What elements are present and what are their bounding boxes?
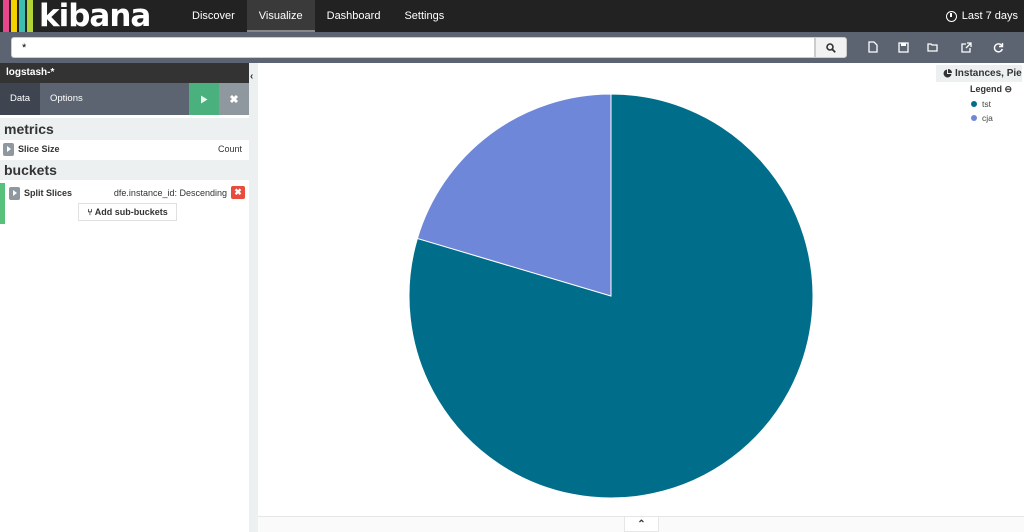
pie-chart-icon <box>943 69 952 78</box>
pie-chart <box>408 93 814 499</box>
logo-bars <box>3 0 35 32</box>
share-button[interactable] <box>959 40 973 54</box>
apply-changes-button[interactable] <box>189 83 219 115</box>
search-icon <box>826 42 836 53</box>
close-icon: ✖ <box>229 93 239 106</box>
legend-dot <box>971 115 977 121</box>
logo-bar <box>19 0 25 32</box>
save-button[interactable] <box>896 40 910 54</box>
expand-toggle-icon[interactable] <box>9 186 20 200</box>
tab-options[interactable]: Options <box>40 83 93 115</box>
sidebar-collapse-handle[interactable]: ‹ <box>249 63 258 532</box>
bucket-label: Split Slices <box>24 188 73 198</box>
search-bar <box>0 32 1024 63</box>
filter-icon: ⑂ <box>87 207 93 217</box>
legend-dot <box>971 101 977 107</box>
top-nav: kibana Discover Visualize Dashboard Sett… <box>0 0 1024 32</box>
legend-collapse-icon: ⊖ <box>1004 84 1013 94</box>
nav-tab-discover[interactable]: Discover <box>180 0 247 32</box>
time-range-label: Last 7 days <box>961 10 1018 22</box>
spy-panel-toggle[interactable]: ⌃ <box>624 516 659 532</box>
new-visualization-button[interactable] <box>866 40 880 54</box>
legend-label: cja <box>982 113 993 123</box>
logo-bar <box>27 0 33 32</box>
legend-item[interactable]: tst <box>971 99 1024 109</box>
logo-bar <box>3 0 9 32</box>
share-icon <box>960 41 972 53</box>
bucket-status-bar <box>0 183 5 224</box>
bucket-agg-row[interactable]: Split Slices dfe.instance_id: Descending <box>9 184 231 202</box>
vis-title-text: Instances, Pie <box>955 68 1022 79</box>
legend-title: Legend <box>970 84 1003 94</box>
visualization-area <box>258 63 1024 532</box>
nav-tab-visualize[interactable]: Visualize <box>246 0 315 32</box>
nav-tab-settings[interactable]: Settings <box>392 0 456 32</box>
search-input[interactable] <box>11 37 815 58</box>
open-button[interactable] <box>926 40 940 54</box>
legend: Legend ⊖ tst cja <box>970 84 1024 123</box>
chevron-left-icon: ‹ <box>250 71 254 82</box>
chevron-up-icon: ⌃ <box>637 518 646 530</box>
buckets-heading: buckets <box>0 160 249 180</box>
save-icon <box>897 41 909 53</box>
time-picker[interactable]: Last 7 days <box>945 0 1024 32</box>
editor-sidebar: logstash-* Data Options ✖ metrics Slice … <box>0 63 249 532</box>
search-button[interactable] <box>815 37 847 58</box>
open-icon <box>927 43 938 52</box>
tab-data[interactable]: Data <box>0 83 41 115</box>
add-sub-buckets-label: Add sub-buckets <box>94 207 168 217</box>
remove-bucket-button[interactable]: ✖ <box>231 186 245 199</box>
add-sub-buckets-button[interactable]: ⑂ Add sub-buckets <box>78 203 177 221</box>
metric-agg-row[interactable]: Slice Size Count <box>3 140 249 158</box>
logo-text: kibana <box>39 0 151 34</box>
expand-toggle-icon[interactable] <box>3 142 14 156</box>
sidebar-tabs: Data Options ✖ <box>0 83 249 115</box>
logo-bar <box>11 0 17 32</box>
index-pattern-title: logstash-* <box>0 63 249 83</box>
new-visualization-icon <box>868 41 878 53</box>
play-icon <box>201 95 208 103</box>
legend-toggle[interactable]: Legend ⊖ <box>970 84 1024 95</box>
legend-item[interactable]: cja <box>971 113 1024 123</box>
metrics-heading: metrics <box>0 118 249 140</box>
kibana-logo[interactable]: kibana <box>0 0 180 32</box>
legend-label: tst <box>982 99 991 109</box>
vis-title: Instances, Pie <box>936 65 1022 82</box>
metric-value: Count <box>217 144 242 154</box>
discard-changes-button[interactable]: ✖ <box>219 83 249 115</box>
nav-tab-dashboard[interactable]: Dashboard <box>315 0 393 32</box>
clock-icon <box>945 10 957 22</box>
metric-label: Slice Size <box>18 144 60 154</box>
reload-icon <box>993 42 1003 53</box>
bucket-value: dfe.instance_id: Descending <box>113 188 227 198</box>
reload-button[interactable] <box>991 40 1005 54</box>
